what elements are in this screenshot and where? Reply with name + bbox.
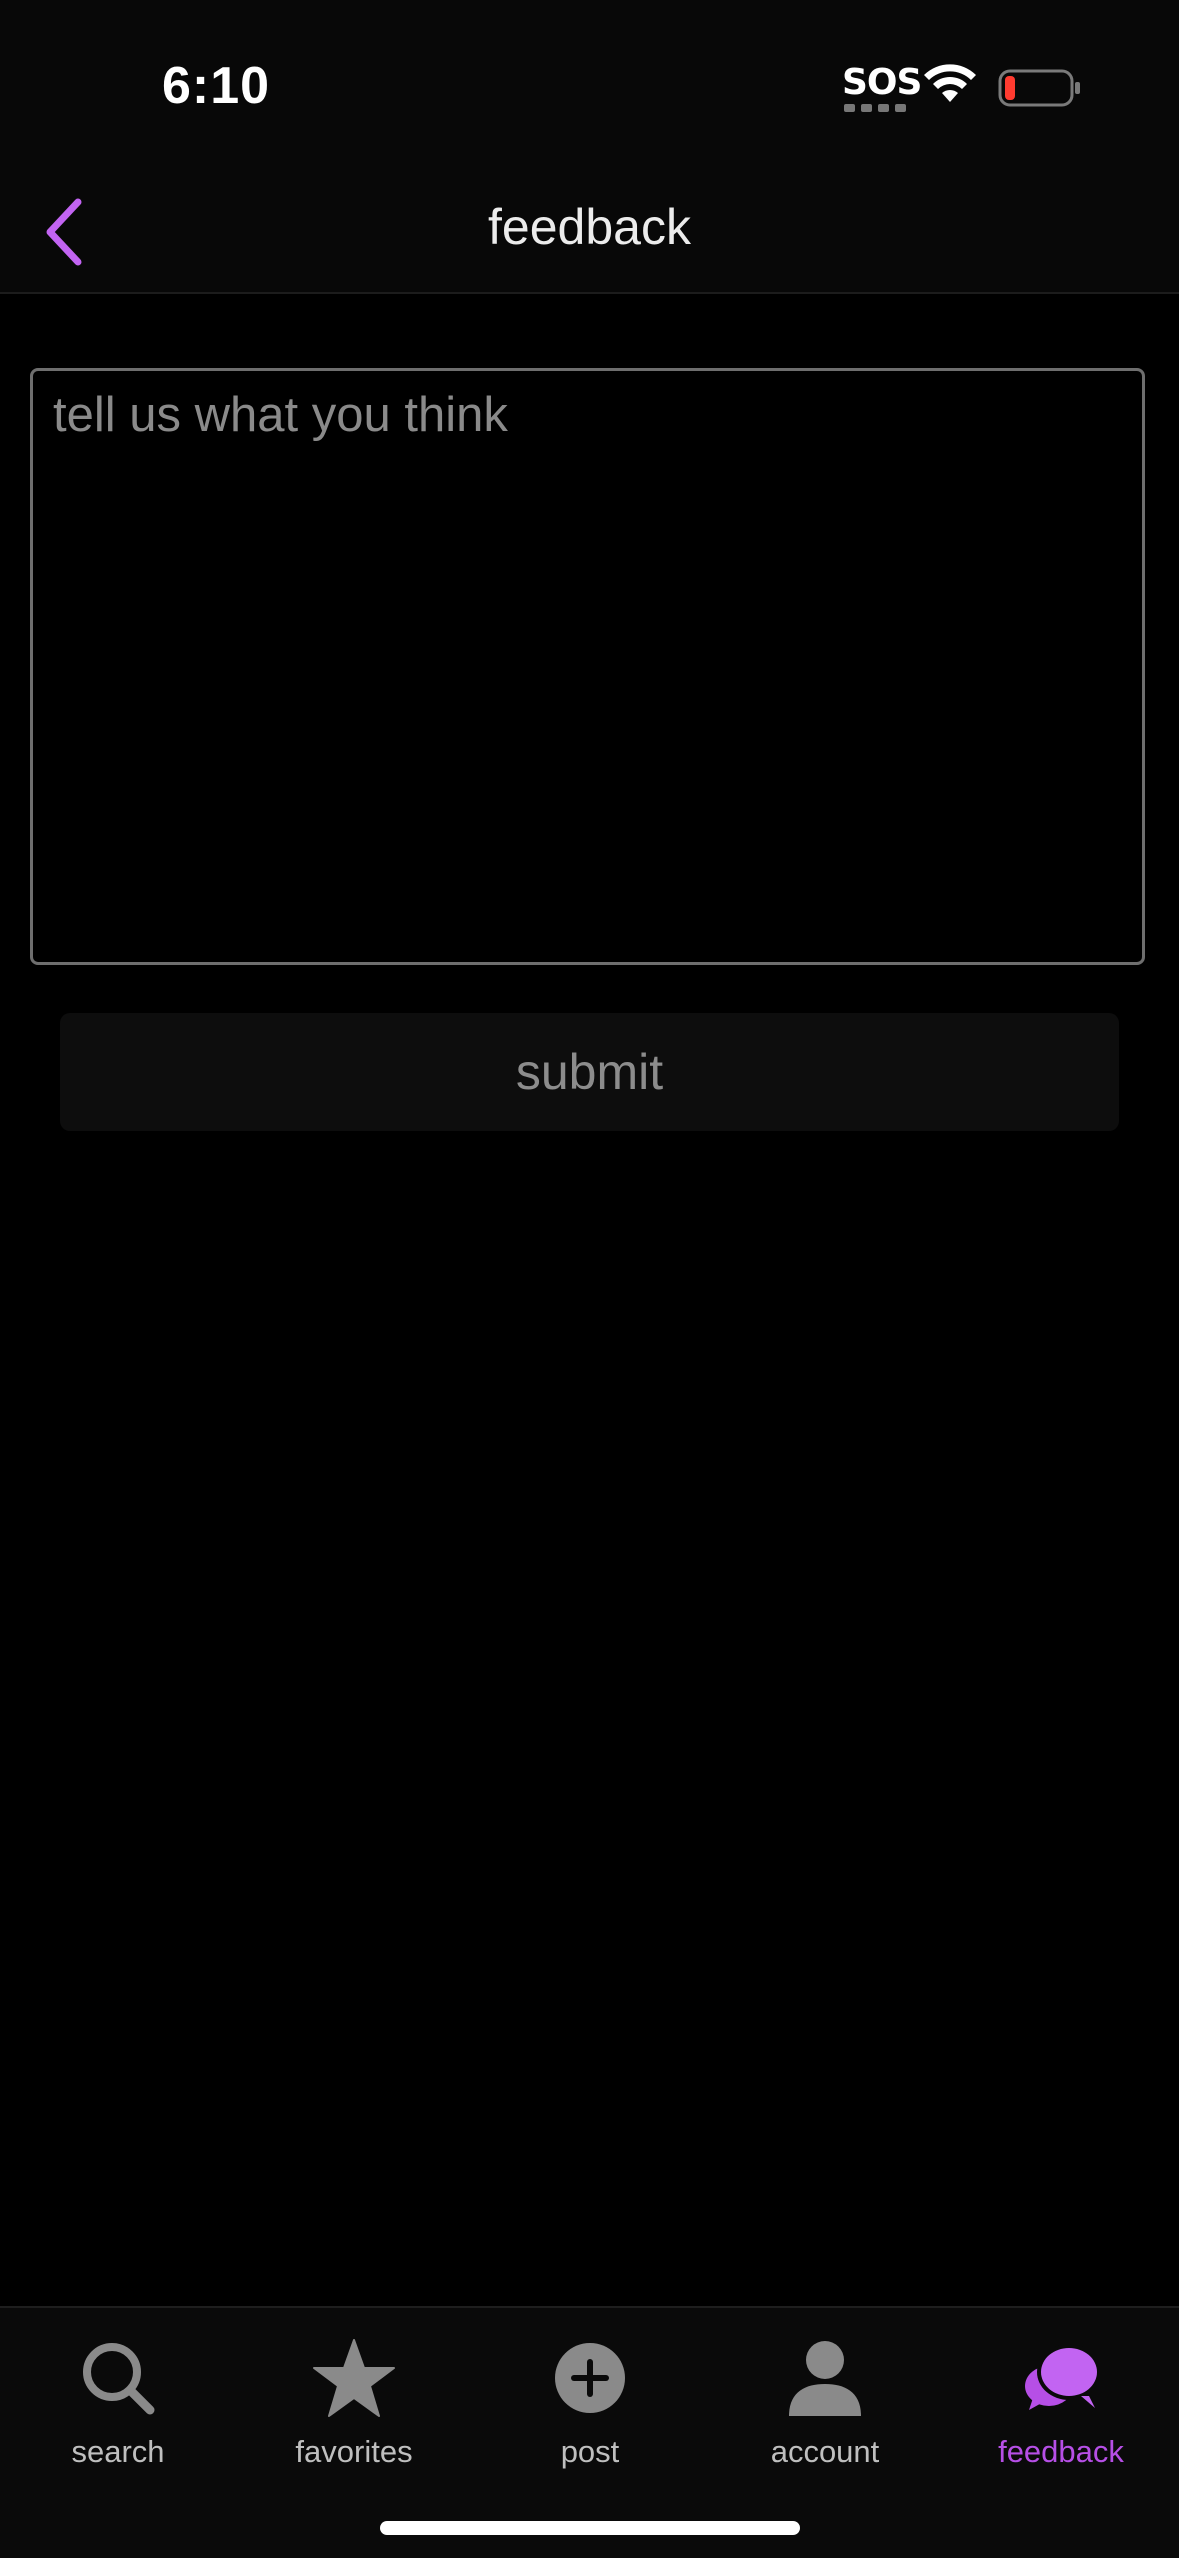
wifi-icon xyxy=(924,64,976,102)
sos-label: SOS xyxy=(842,62,922,103)
tab-label-post: post xyxy=(560,2434,620,2469)
tab-label-favorites: favorites xyxy=(295,2434,413,2469)
plus-circle-icon xyxy=(555,2343,625,2413)
submit-button[interactable]: submit xyxy=(60,1013,1119,1131)
tab-search[interactable]: search xyxy=(0,2324,236,2484)
tab-post[interactable]: post xyxy=(472,2324,708,2484)
status-time: 6:10 xyxy=(162,57,271,115)
tab-label-search: search xyxy=(71,2434,165,2469)
sos-indicator: SOS xyxy=(842,62,922,116)
tab-account[interactable]: account xyxy=(707,2324,943,2484)
person-icon xyxy=(789,2341,861,2416)
chat-bubbles-icon xyxy=(1025,2344,1101,2410)
page-title: feedback xyxy=(488,199,691,255)
nav-header: feedback xyxy=(0,170,1179,294)
tab-feedback[interactable]: feedback xyxy=(943,2324,1179,2484)
star-icon xyxy=(313,2339,395,2417)
tab-label-feedback: feedback xyxy=(998,2434,1124,2469)
home-indicator[interactable] xyxy=(380,2521,800,2535)
tab-favorites[interactable]: favorites xyxy=(236,2324,472,2484)
status-bar: 6:10 SOS xyxy=(0,0,1179,170)
tab-label-account: account xyxy=(770,2434,880,2469)
signal-dots xyxy=(844,104,906,112)
search-icon xyxy=(83,2343,155,2415)
tab-bar: search favorites post account feedback xyxy=(0,2306,1179,2558)
battery-icon xyxy=(998,69,1080,107)
feedback-textarea[interactable] xyxy=(30,368,1145,965)
